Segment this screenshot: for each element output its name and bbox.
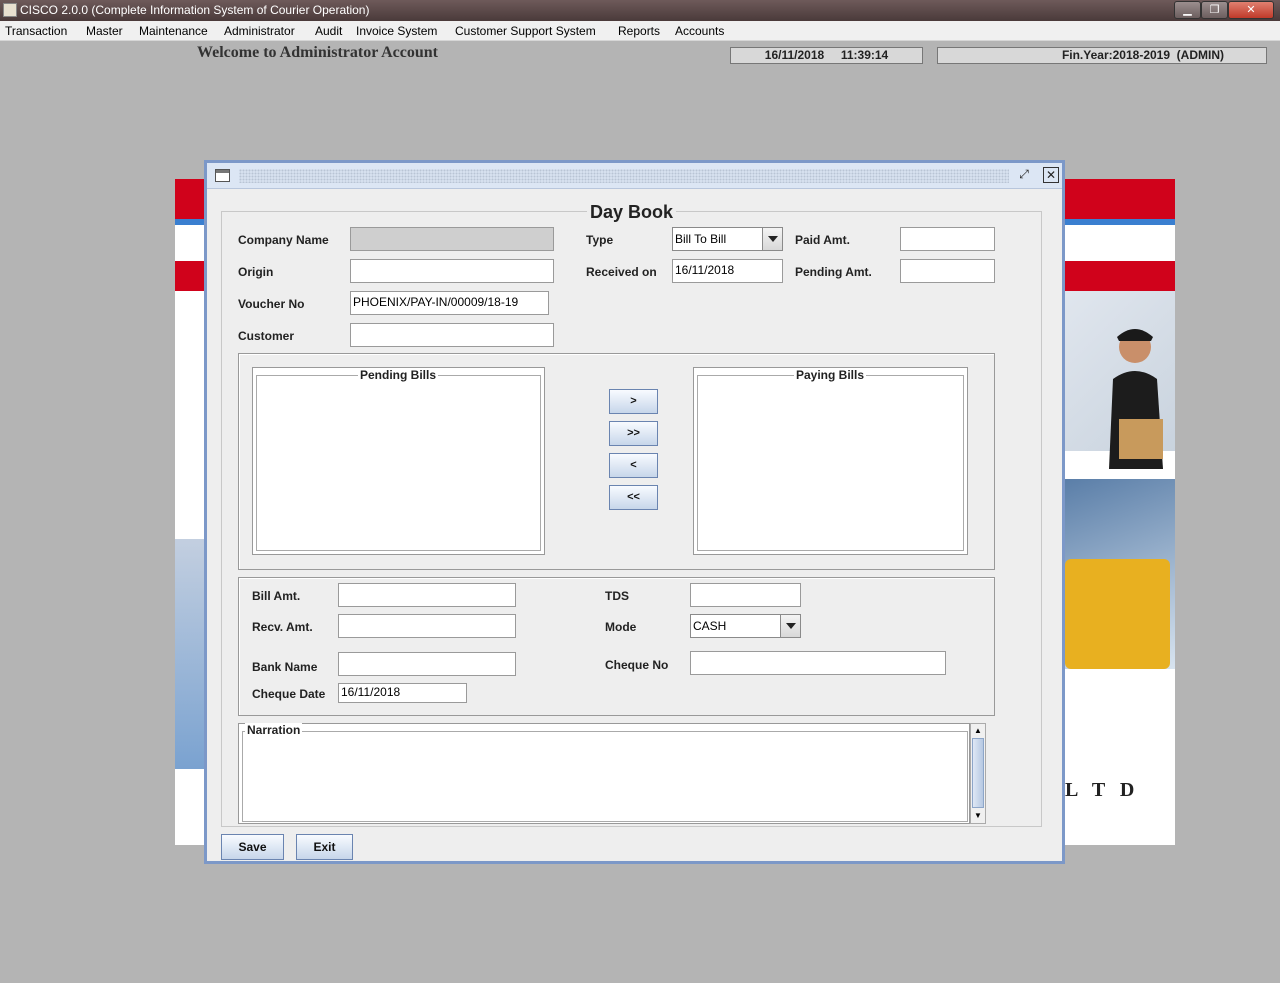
move-all-left-button[interactable]: << — [609, 485, 658, 510]
scroll-up-icon[interactable]: ▲ — [974, 726, 982, 735]
move-all-right-button[interactable]: >> — [609, 421, 658, 446]
delivery-worker-image — [1109, 329, 1163, 469]
os-title-bar: CISCO 2.0.0 (Complete Information System… — [0, 0, 1280, 21]
voucher-no-label: Voucher No — [238, 297, 305, 311]
bank-name-field[interactable] — [338, 652, 516, 676]
tds-field[interactable] — [690, 583, 801, 607]
narration-border — [242, 731, 968, 822]
datetime-display: 16/11/2018 11:39:14 — [730, 47, 923, 64]
page-title: Day Book — [587, 202, 677, 223]
type-value: Bill To Bill — [675, 232, 727, 246]
narration-scrollbar[interactable]: ▲ ▼ — [970, 723, 986, 824]
cheque-no-field[interactable] — [690, 651, 946, 675]
mode-label: Mode — [605, 620, 637, 634]
pending-amt-label: Pending Amt. — [795, 265, 872, 279]
narration-area[interactable] — [238, 723, 970, 824]
exit-button[interactable]: Exit — [296, 834, 353, 860]
cheque-date-label: Cheque Date — [252, 687, 326, 701]
chevron-down-icon[interactable] — [780, 615, 800, 637]
received-on-field[interactable]: 16/11/2018 — [672, 259, 783, 283]
type-label: Type — [586, 233, 614, 247]
cheque-date-field[interactable]: 16/11/2018 — [338, 683, 467, 703]
pending-amt-field[interactable] — [900, 259, 995, 283]
app-title: CISCO 2.0.0 (Complete Information System… — [20, 3, 370, 17]
origin-field[interactable] — [350, 259, 554, 283]
cheque-no-label: Cheque No — [605, 658, 669, 672]
restore-button[interactable]: ❐ — [1201, 1, 1228, 19]
narration-label: Narration — [245, 723, 303, 737]
paying-bills-list[interactable] — [693, 367, 968, 555]
title-bar-pattern — [239, 169, 1009, 183]
fin-year-display: Fin.Year:2018-2019 (ADMIN) — [937, 47, 1267, 64]
origin-label: Origin — [238, 265, 274, 279]
customer-label: Customer — [238, 329, 295, 343]
frame-title-bar: ⤢ ✕ — [207, 163, 1062, 189]
paying-bills-label: Paying Bills — [794, 368, 867, 382]
menu-bar: Transaction Master Maintenance Administr… — [0, 21, 1280, 41]
company-name-label: Company Name — [238, 233, 329, 247]
menu-reports[interactable]: Reports — [618, 24, 660, 38]
pending-bills-list[interactable] — [252, 367, 545, 555]
paid-amt-field[interactable] — [900, 227, 995, 251]
tds-label: TDS — [605, 589, 629, 603]
restore-frame-icon[interactable]: ⤢ — [1016, 167, 1032, 183]
recv-amt-field[interactable] — [338, 614, 516, 638]
minimize-button[interactable]: ▁ — [1174, 1, 1201, 19]
bank-name-label: Bank Name — [252, 660, 318, 674]
received-on-label: Received on — [586, 265, 657, 279]
yellow-bus-icon — [1065, 559, 1170, 669]
chevron-down-icon[interactable] — [762, 228, 782, 250]
pending-bills-label: Pending Bills — [358, 368, 439, 382]
menu-invoice-system[interactable]: Invoice System — [356, 24, 437, 38]
menu-customer-support-system[interactable]: Customer Support System — [455, 24, 596, 38]
menu-accounts[interactable]: Accounts — [675, 24, 724, 38]
menu-audit[interactable]: Audit — [315, 24, 342, 38]
pending-bills-border — [256, 375, 541, 551]
mode-combo[interactable]: CASH — [690, 614, 801, 638]
window-icon — [215, 169, 230, 182]
scroll-thumb[interactable] — [972, 738, 984, 808]
recv-amt-label: Recv. Amt. — [252, 620, 313, 634]
banner-ltd-text: L T D — [1065, 779, 1140, 801]
move-right-button[interactable]: > — [609, 389, 658, 414]
paid-amt-label: Paid Amt. — [795, 233, 850, 247]
paying-bills-border — [697, 375, 964, 551]
save-button[interactable]: Save — [221, 834, 284, 860]
company-name-field[interactable] — [350, 227, 554, 251]
customer-field[interactable] — [350, 323, 554, 347]
scroll-down-icon[interactable]: ▼ — [974, 811, 982, 820]
close-button[interactable]: ✕ — [1228, 1, 1274, 19]
bill-amt-label: Bill Amt. — [252, 589, 301, 603]
bill-amt-field[interactable] — [338, 583, 516, 607]
menu-master[interactable]: Master — [86, 24, 123, 38]
menu-transaction[interactable]: Transaction — [5, 24, 67, 38]
move-left-button[interactable]: < — [609, 453, 658, 478]
menu-maintenance[interactable]: Maintenance — [139, 24, 208, 38]
welcome-text: Welcome to Administrator Account — [197, 44, 439, 61]
voucher-no-field[interactable]: PHOENIX/PAY-IN/00009/18-19 — [350, 291, 549, 315]
mode-value: CASH — [693, 619, 727, 633]
type-combo[interactable]: Bill To Bill — [672, 227, 783, 251]
day-book-window: ⤢ ✕ Day Book Company Name Origin Voucher… — [204, 160, 1065, 864]
java-app-icon — [3, 3, 17, 17]
close-frame-icon[interactable]: ✕ — [1043, 167, 1059, 183]
banner-left-image — [175, 539, 207, 769]
menu-administrator[interactable]: Administrator — [224, 24, 295, 38]
